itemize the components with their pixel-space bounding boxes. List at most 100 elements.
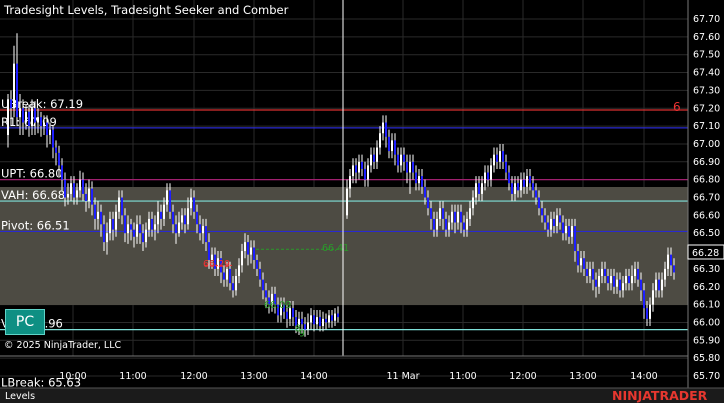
candle-body: [643, 290, 645, 309]
candle-body: [394, 140, 396, 155]
chart-title: Tradesight Levels, Tradesight Seeker and…: [3, 3, 289, 17]
candle-body: [46, 122, 48, 136]
time-tick: 11:00: [119, 371, 146, 382]
candle-body: [88, 188, 90, 202]
candle-body: [145, 229, 147, 243]
candle-body: [556, 215, 558, 227]
candle-body: [139, 224, 141, 234]
candle-body: [502, 151, 504, 162]
candle-body: [463, 222, 465, 230]
candle-body: [97, 211, 99, 219]
pc-button[interactable]: PC: [5, 309, 45, 335]
candle-body: [229, 268, 231, 284]
candle-body: [109, 218, 111, 234]
candle-body: [376, 147, 378, 162]
candle-body: [262, 279, 264, 291]
candle-body: [625, 276, 627, 284]
time-tick: 14:00: [630, 371, 657, 382]
candle-body: [265, 290, 267, 298]
candle-body: [247, 242, 249, 255]
candle-body: [154, 224, 156, 230]
green-price-label: 66.41: [322, 243, 349, 254]
time-tick: 11 Mar: [386, 371, 419, 382]
candle-body: [67, 193, 69, 198]
price-tick: 65.70: [693, 371, 720, 382]
price-tick: 67.60: [693, 32, 720, 43]
level-label: VAH: 66.68: [1, 188, 65, 202]
price-tick: 66.20: [693, 282, 720, 293]
candle-body: [244, 242, 246, 252]
candle-body: [352, 165, 354, 177]
price-chart[interactable]: UBreak: 67.19R1: 67.09UPT: 66.80VAH: 66.…: [0, 0, 724, 403]
candle-body: [22, 108, 24, 123]
candle-body: [484, 172, 486, 184]
candle-body: [286, 311, 288, 319]
candle-body: [601, 268, 603, 277]
candle-body: [493, 154, 495, 166]
candle-body: [61, 165, 63, 180]
candle-body: [367, 165, 369, 180]
candle-body: [373, 154, 375, 162]
candle-body: [532, 183, 534, 191]
candle-body: [424, 186, 426, 198]
price-tick: 67.40: [693, 68, 720, 79]
candle-body: [178, 222, 180, 234]
candle-body: [397, 154, 399, 166]
candle-body: [571, 226, 573, 237]
candle-body: [349, 176, 351, 189]
candle-body: [604, 268, 606, 277]
candle-body: [511, 183, 513, 194]
candle-body: [391, 140, 393, 152]
candle-body: [19, 108, 21, 118]
candle-body: [55, 147, 57, 153]
price-tick: 66.80: [693, 175, 720, 186]
candle-body: [115, 211, 117, 230]
candle-body: [529, 176, 531, 184]
candle-body: [319, 317, 321, 327]
candle-body: [160, 211, 162, 219]
candle-body: [301, 318, 303, 325]
candle-body: [163, 204, 165, 219]
candle-body: [82, 179, 84, 194]
candle-body: [517, 183, 519, 191]
candle-body: [358, 161, 360, 173]
level-label: UPT: 66.80: [1, 167, 63, 181]
candle-body: [385, 122, 387, 137]
candle-body: [124, 215, 126, 234]
candle-body: [577, 251, 579, 266]
candle-body: [427, 197, 429, 209]
price-tick: 66.50: [693, 228, 720, 239]
candle-body: [148, 218, 150, 230]
candle-body: [337, 313, 339, 318]
tab-levels[interactable]: Levels: [5, 391, 35, 402]
candle-body: [610, 276, 612, 284]
candle-body: [49, 129, 51, 136]
candle-body: [619, 279, 621, 291]
candle-body: [106, 233, 108, 243]
candle-body: [442, 208, 444, 219]
time-tick: 13:00: [569, 371, 596, 382]
candle-body: [454, 211, 456, 223]
price-tick: 66.10: [693, 300, 720, 311]
candle-body: [346, 188, 348, 216]
candle-body: [406, 161, 408, 173]
candle-body: [478, 183, 480, 194]
price-tick: 67.20: [693, 103, 720, 114]
candle-body: [520, 179, 522, 191]
time-tick: 11:00: [449, 371, 476, 382]
candle-body: [64, 179, 66, 198]
candle-body: [526, 176, 528, 187]
candle-body: [100, 211, 102, 225]
candle-body: [535, 190, 537, 198]
candle-body: [475, 183, 477, 198]
candle-body: [451, 211, 453, 223]
candle-body: [235, 276, 237, 291]
candle-body: [430, 208, 432, 219]
candle-body: [157, 211, 159, 225]
candle-body: [538, 197, 540, 209]
candle-body: [466, 218, 468, 230]
candle-body: [112, 218, 114, 230]
candle-body: [541, 208, 543, 216]
candle-body: [259, 268, 261, 280]
red-price-label: 66.29: [203, 259, 230, 270]
